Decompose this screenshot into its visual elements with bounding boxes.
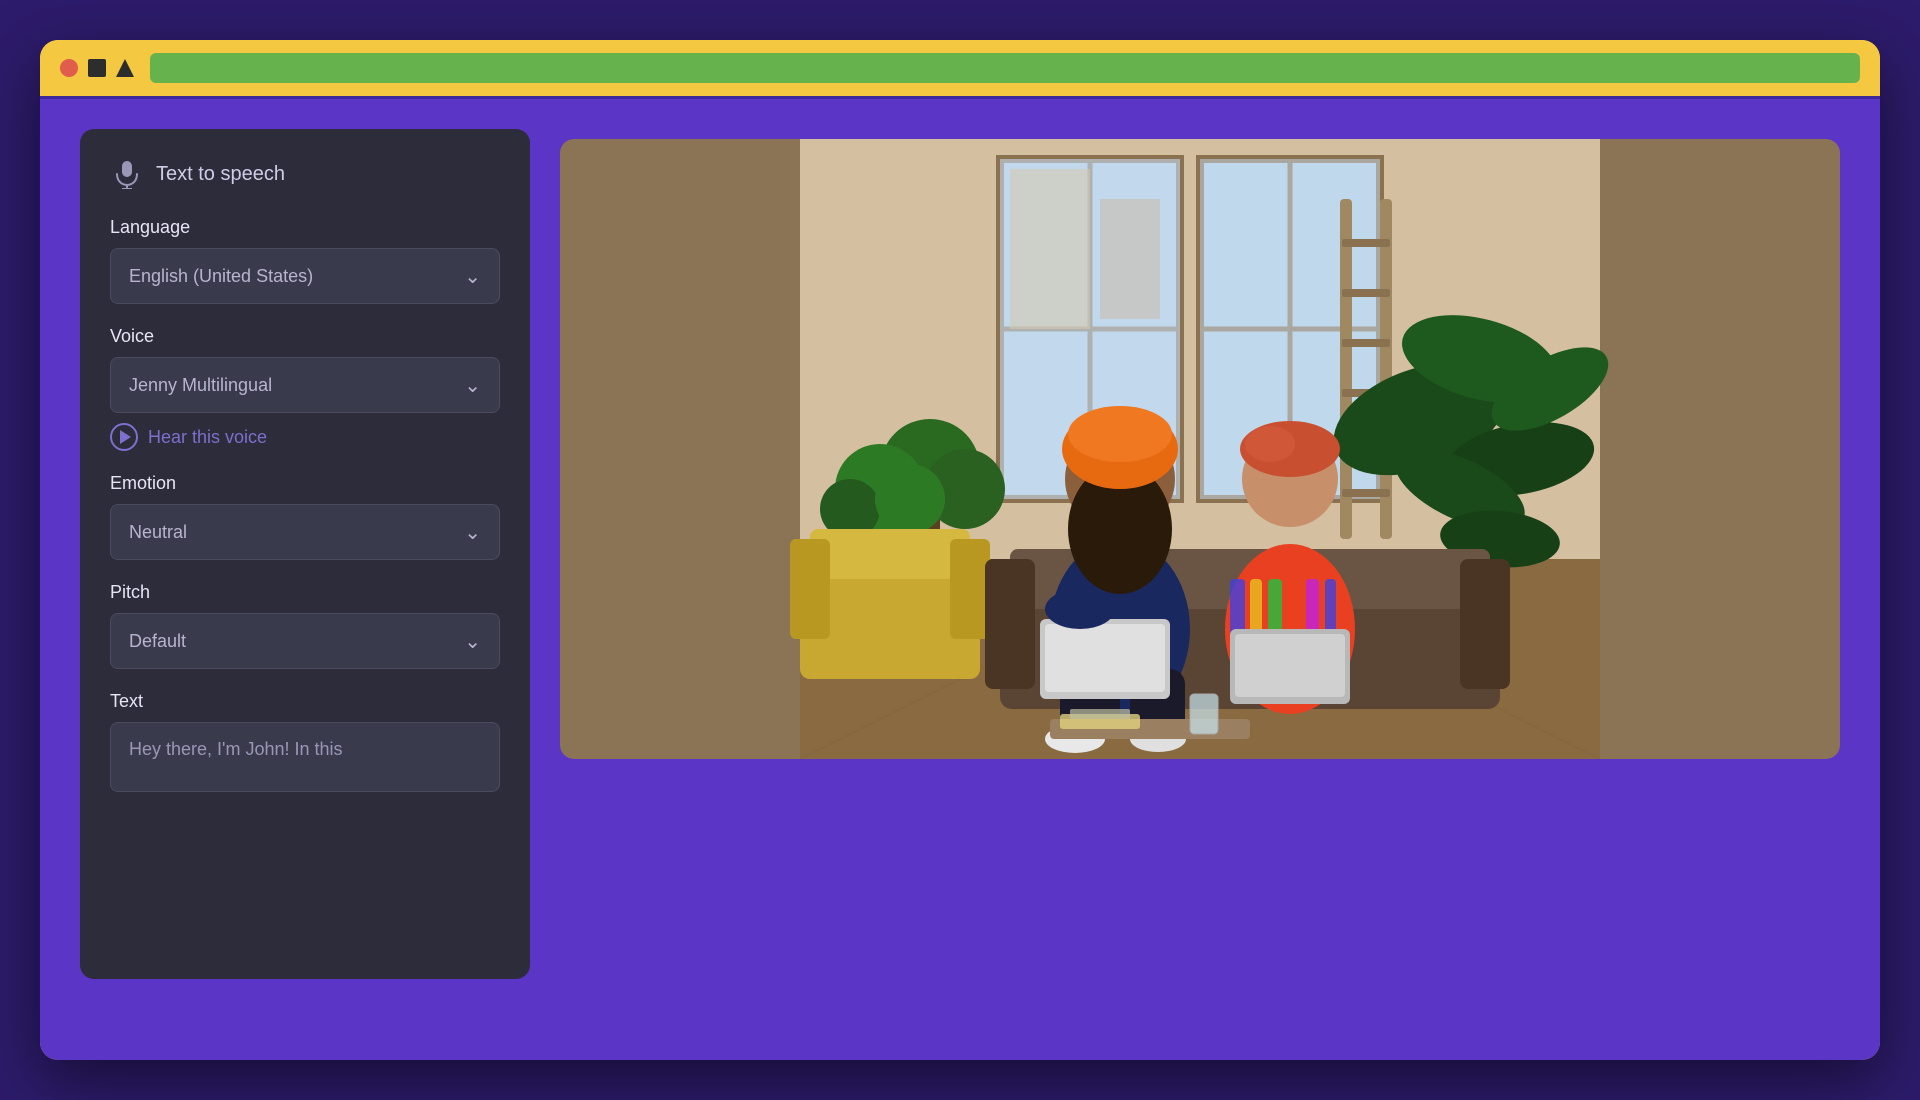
traffic-lights (60, 59, 134, 77)
play-triangle (120, 430, 131, 444)
maximize-button[interactable] (116, 59, 134, 77)
pitch-value: Default (129, 631, 186, 652)
pitch-dropdown[interactable]: Default ⌄ (110, 613, 500, 669)
play-icon (110, 423, 138, 451)
pitch-chevron-icon: ⌄ (464, 629, 481, 654)
language-chevron-icon: ⌄ (464, 264, 481, 289)
minimize-button[interactable] (88, 59, 106, 77)
emotion-label: Emotion (110, 473, 500, 494)
voice-dropdown[interactable]: Jenny Multilingual ⌄ (110, 357, 500, 413)
close-button[interactable] (60, 59, 78, 77)
hear-voice-button[interactable]: Hear this voice (110, 423, 500, 451)
room-photo (560, 139, 1840, 759)
pitch-field-group: Pitch Default ⌄ (110, 582, 500, 669)
tts-panel: Text to speech Language English (United … (80, 129, 530, 979)
microphone-icon (110, 157, 144, 191)
language-field-group: Language English (United States) ⌄ (110, 217, 500, 304)
emotion-value: Neutral (129, 522, 187, 543)
hear-voice-label: Hear this voice (148, 427, 267, 448)
emotion-chevron-icon: ⌄ (464, 520, 481, 545)
language-value: English (United States) (129, 266, 313, 287)
language-label: Language (110, 217, 500, 238)
pitch-label: Pitch (110, 582, 500, 603)
voice-value: Jenny Multilingual (129, 375, 272, 396)
language-dropdown[interactable]: English (United States) ⌄ (110, 248, 500, 304)
text-label: Text (110, 691, 500, 712)
panel-header: Text to speech (110, 157, 500, 191)
panel-title: Text to speech (156, 163, 285, 186)
titlebar (40, 40, 1880, 96)
address-bar[interactable] (150, 53, 1860, 83)
voice-chevron-icon: ⌄ (464, 373, 481, 398)
photo-area (560, 139, 1840, 759)
browser-content: Text to speech Language English (United … (40, 96, 1880, 1060)
emotion-dropdown[interactable]: Neutral ⌄ (110, 504, 500, 560)
voice-field-group: Voice Jenny Multilingual ⌄ Hear this voi… (110, 326, 500, 451)
text-field-group: Text Hey there, I'm John! In this (110, 691, 500, 792)
voice-label: Voice (110, 326, 500, 347)
emotion-field-group: Emotion Neutral ⌄ (110, 473, 500, 560)
browser-window: Text to speech Language English (United … (40, 40, 1880, 1060)
text-preview[interactable]: Hey there, I'm John! In this (110, 722, 500, 792)
